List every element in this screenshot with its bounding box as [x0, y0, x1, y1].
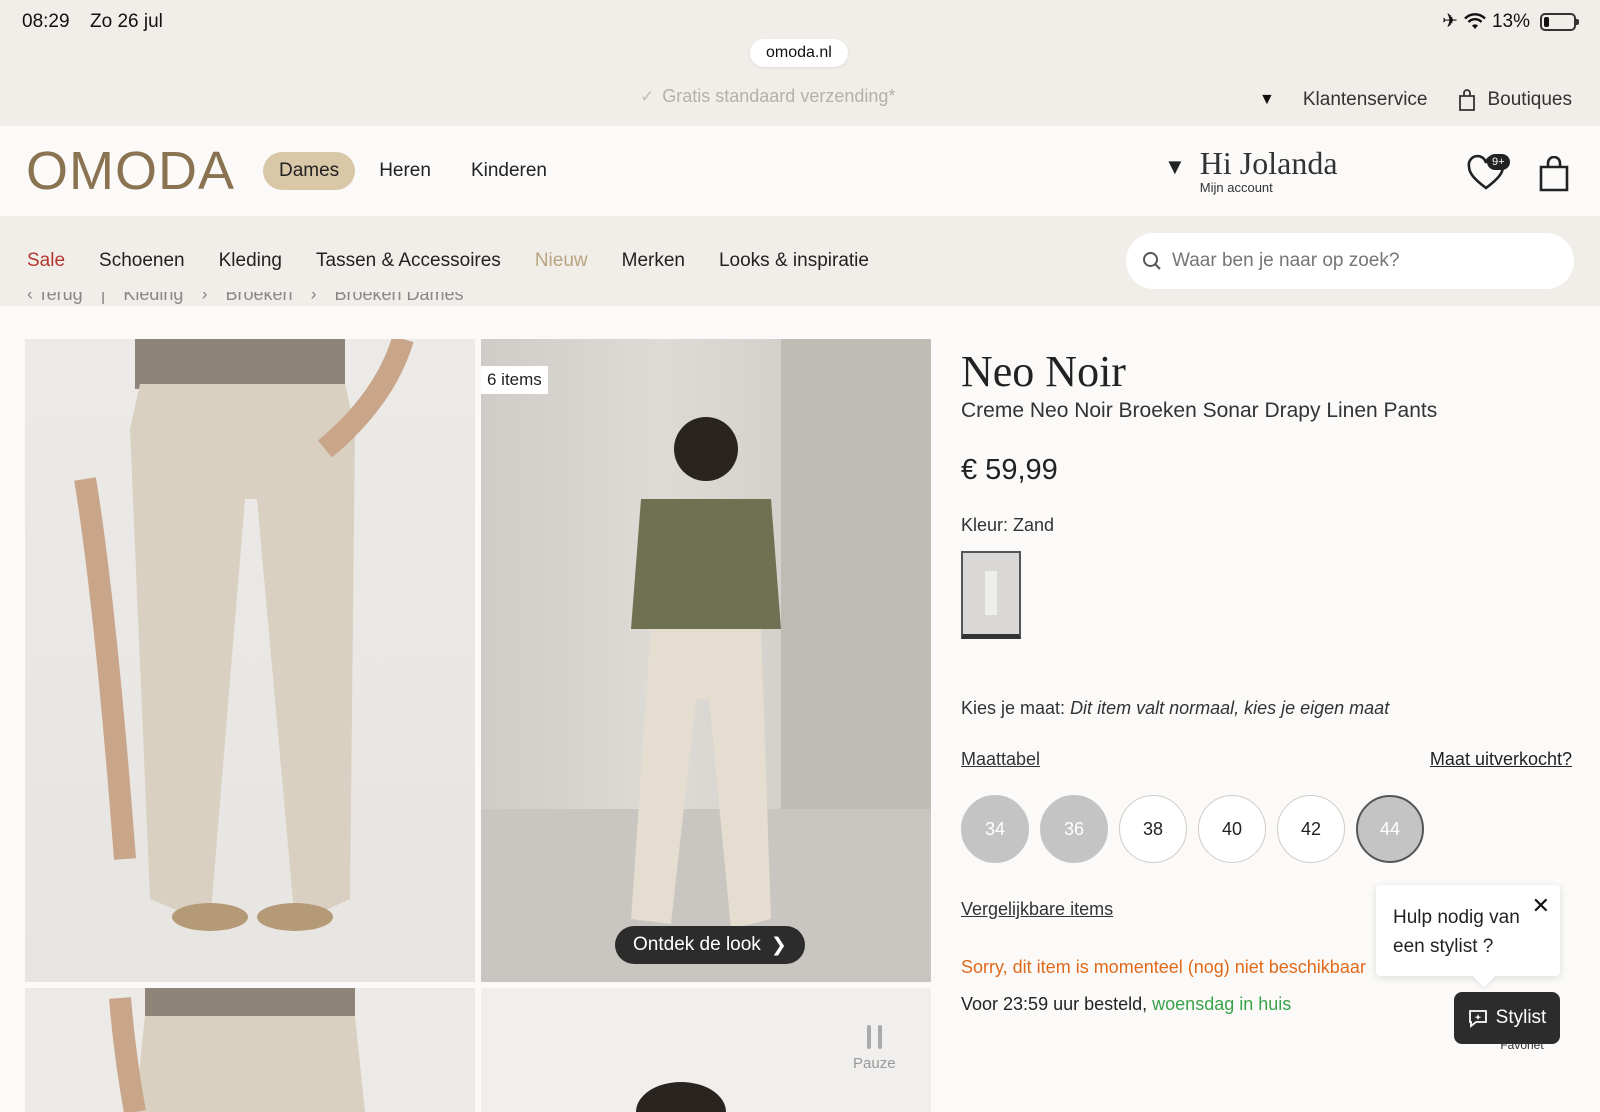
product-name: Creme Neo Noir Broeken Sonar Drapy Linen…	[961, 399, 1438, 422]
nav-nieuw[interactable]: Nieuw	[535, 250, 588, 272]
account-greeting: Hi Jolanda	[1199, 145, 1338, 181]
nav-looks[interactable]: Looks & inspiratie	[719, 250, 869, 272]
chat-sparkle-icon	[1468, 1010, 1487, 1028]
utility-links: ▼ Klantenservice Boutiques	[1259, 88, 1572, 112]
nav-schoenen[interactable]: Schoenen	[99, 250, 185, 272]
discover-look-button[interactable]: Ontdek de look ❯	[615, 926, 805, 964]
wifi-icon	[1464, 12, 1486, 29]
product-image-model[interactable]	[481, 339, 931, 982]
size-option[interactable]: 42	[1277, 795, 1345, 863]
stylist-label: Stylist	[1495, 1007, 1547, 1028]
breadcrumb-kleding[interactable]: Kleding	[123, 292, 183, 306]
shopping-bag-icon[interactable]	[1538, 156, 1570, 192]
size-instruction: Kies je maat: Dit item valt normaal, kie…	[961, 698, 1389, 719]
status-time: 08:29	[22, 11, 70, 32]
breadcrumb-sep: |	[100, 292, 106, 304]
account-menu[interactable]: ▼ Hi Jolanda Mijn account	[1164, 146, 1338, 195]
shipping-notice: ✓ Gratis standaard verzending*	[640, 86, 895, 107]
similar-items-link[interactable]: Vergelijkbare items	[961, 899, 1113, 920]
url-bar[interactable]: omoda.nl	[750, 39, 848, 67]
boutiques-label: Boutiques	[1487, 89, 1572, 110]
size-hint: Dit item valt normaal, kies je eigen maa…	[1070, 698, 1390, 718]
model-illustration	[481, 339, 931, 982]
stylist-button[interactable]: Stylist	[1454, 992, 1560, 1044]
breadcrumb-sep: ›	[201, 292, 208, 304]
nav-merken[interactable]: Merken	[622, 250, 685, 272]
nav-items: Sale Schoenen Kleding Tassen & Accessoir…	[27, 250, 869, 272]
size-table-link[interactable]: Maattabel	[961, 749, 1040, 770]
shipping-text: Gratis standaard verzending*	[662, 86, 896, 106]
search-input[interactable]	[1172, 250, 1552, 272]
breadcrumb-sep: ›	[310, 292, 317, 304]
store-icon	[1459, 89, 1476, 111]
discover-look-label: Ontdek de look	[633, 934, 761, 955]
check-icon: ✓	[640, 86, 655, 106]
delivery-prefix: Voor 23:59 uur besteld,	[961, 994, 1148, 1014]
tab-kinderen[interactable]: Kinderen	[455, 152, 563, 190]
dropdown-triangle-icon[interactable]: ▼	[1259, 91, 1275, 109]
size-option[interactable]: 40	[1198, 795, 1266, 863]
delivery-info: Voor 23:59 uur besteld, woensdag in huis	[961, 994, 1291, 1015]
size-sold-out-link[interactable]: Maat uitverkocht?	[1430, 749, 1572, 770]
product-brand[interactable]: Neo Noir	[961, 346, 1126, 397]
size-option[interactable]: 36	[1040, 795, 1108, 863]
product-image-back[interactable]	[25, 988, 475, 1112]
nav-kleding[interactable]: Kleding	[219, 250, 282, 272]
gender-tabs: Dames Heren Kinderen	[263, 152, 563, 190]
favorite-label: Favoriet	[1500, 1038, 1544, 1052]
tab-heren[interactable]: Heren	[363, 152, 447, 190]
size-option-selected[interactable]: 44	[1356, 795, 1424, 863]
search-icon	[1143, 252, 1161, 270]
account-sub: Mijn account	[1199, 180, 1273, 195]
pants-back-illustration	[109, 988, 365, 1112]
color-swatch-zand[interactable]	[961, 551, 1021, 639]
airplane-icon: ✈	[1442, 11, 1458, 32]
unavailable-message: Sorry, dit item is momenteel (nog) niet …	[961, 957, 1366, 977]
delivery-day: woensdag in huis	[1152, 994, 1292, 1014]
stylist-popup: Hulp nodig van een stylist ? ✕	[1376, 885, 1560, 976]
account-dropdown-icon: ▼	[1164, 154, 1186, 179]
color-label: Kleur: Zand	[961, 515, 1055, 535]
product-image-front[interactable]	[25, 339, 475, 982]
size-option[interactable]: 34	[961, 795, 1029, 863]
site-header: OMODA Dames Heren Kinderen ▼ Hi Jolanda …	[0, 126, 1600, 216]
omoda-logo[interactable]: OMODA	[26, 140, 235, 202]
breadcrumb: ‹ Terug | Kleding › Broeken › Broeken Da…	[27, 292, 464, 314]
size-label: Kies je maat:	[961, 698, 1066, 718]
battery-icon	[1540, 12, 1579, 31]
tab-dames[interactable]: Dames	[263, 152, 356, 190]
pause-icon	[853, 1025, 896, 1049]
customer-service-link[interactable]: Klantenservice	[1303, 89, 1428, 111]
battery-percent: 13%	[1491, 10, 1530, 32]
breadcrumb-back[interactable]: ‹ Terug	[27, 292, 83, 306]
breadcrumb-broeken[interactable]: Broeken	[225, 292, 292, 306]
search-box[interactable]	[1126, 233, 1574, 289]
size-selector: 34 36 38 40 42 44	[961, 795, 1424, 863]
size-option[interactable]: 38	[1119, 795, 1187, 863]
pause-label: Pauze	[853, 1055, 896, 1072]
breadcrumb-broeken-dames[interactable]: Broeken Dames	[334, 292, 463, 306]
chevron-right-icon: ❯	[770, 934, 787, 956]
top-strip: 08:29 Zo 26 jul ✈ 13% omoda.nl ✓ Gratis …	[0, 0, 1600, 126]
nav-tassen[interactable]: Tassen & Accessoires	[316, 250, 501, 272]
nav-sale[interactable]: Sale	[27, 250, 65, 272]
pants-illustration	[74, 339, 414, 931]
video-pause-button[interactable]: Pauze	[853, 1025, 896, 1072]
boutiques-link[interactable]: Boutiques	[1457, 88, 1572, 112]
status-icons: ✈ 13%	[1442, 10, 1579, 33]
wishlist-badge: 9+	[1487, 154, 1510, 170]
favorite-button[interactable]: Favoriet	[1497, 1038, 1547, 1052]
close-icon[interactable]: ✕	[1532, 891, 1550, 920]
stylist-popup-text: Hulp nodig van een stylist ?	[1393, 907, 1520, 957]
status-date: Zo 26 jul	[90, 11, 163, 32]
product-price: € 59,99	[961, 454, 1058, 486]
items-count-tag: 6 items	[481, 366, 548, 394]
